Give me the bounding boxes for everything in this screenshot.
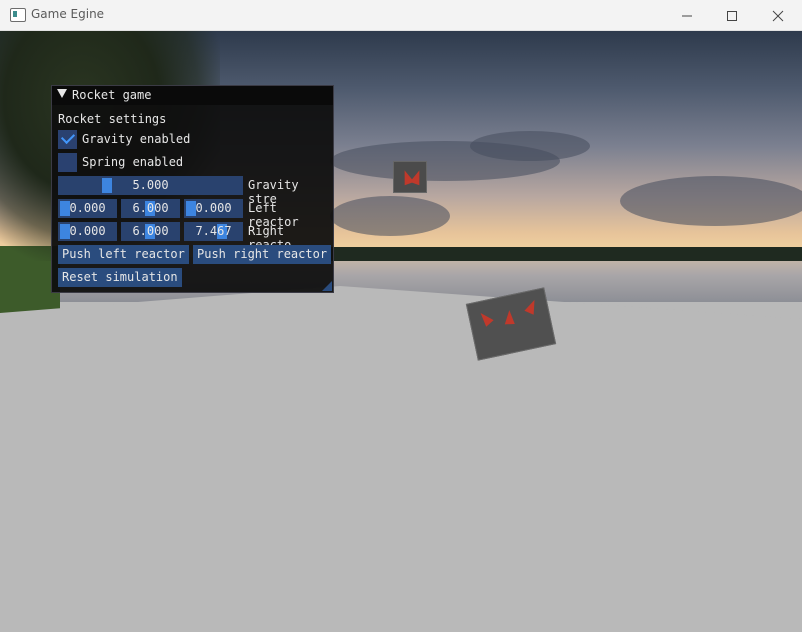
slider-value: 0.000: [69, 201, 106, 215]
close-icon: [772, 10, 784, 21]
left-reactor-slider-z[interactable]: 0.000: [184, 199, 243, 218]
spring-checkbox-label: Spring enabled: [82, 155, 184, 169]
rocket-texture-icon: [504, 309, 515, 325]
section-label: Rocket settings: [58, 112, 167, 126]
rocket-texture-icon: [409, 168, 425, 186]
ground-plane: [0, 286, 802, 632]
reset-simulation-button[interactable]: Reset simulation: [58, 268, 182, 287]
rocket-texture-icon: [524, 297, 540, 315]
gravity-strength-slider[interactable]: 5.000: [58, 176, 243, 195]
far-shore: [300, 247, 802, 261]
left-reactor-slider-y[interactable]: 6.000: [121, 199, 180, 218]
cloud: [330, 196, 450, 236]
cloud: [470, 131, 590, 161]
minimize-icon: [682, 15, 692, 16]
rocket-game-panel[interactable]: Rocket game Rocket settings Gravity enab…: [51, 85, 334, 293]
gravity-checkbox-label: Gravity enabled: [82, 132, 191, 146]
app-icon: [10, 8, 26, 22]
maximize-button[interactable]: [709, 0, 755, 31]
slider-value: 6.000: [132, 224, 169, 238]
slider-value: 6.000: [132, 201, 169, 215]
right-reactor-slider-y[interactable]: 6.000: [121, 222, 180, 241]
right-reactor-slider-z[interactable]: 7.467: [184, 222, 243, 241]
push-right-reactor-button[interactable]: Push right reactor: [193, 245, 332, 264]
panel-title: Rocket game: [72, 88, 152, 102]
cloud: [620, 176, 802, 226]
title-bar: Game Egine: [0, 0, 802, 31]
panel-header[interactable]: Rocket game: [52, 86, 333, 105]
slider-value: 0.000: [195, 201, 232, 215]
minimize-button[interactable]: [664, 0, 710, 31]
close-button[interactable]: [755, 0, 801, 31]
rocket-texture-icon: [476, 309, 494, 327]
rocket-cube-small: [393, 161, 427, 193]
push-left-reactor-button[interactable]: Push left reactor: [58, 245, 189, 264]
right-reactor-slider-x[interactable]: 0.000: [58, 222, 117, 241]
gravity-checkbox[interactable]: [58, 129, 77, 149]
resize-grip-icon[interactable]: [322, 281, 332, 291]
check-icon: [60, 129, 76, 145]
maximize-icon: [727, 10, 737, 21]
spring-checkbox[interactable]: [58, 153, 77, 172]
window-title: Game Egine: [31, 7, 105, 21]
slider-value: 0.000: [69, 224, 106, 238]
collapse-arrow-icon[interactable]: [57, 89, 67, 98]
left-reactor-slider-x[interactable]: 0.000: [58, 199, 117, 218]
slider-value: 5.000: [132, 178, 169, 192]
slider-grab[interactable]: [102, 178, 112, 193]
slider-value: 7.467: [195, 224, 232, 238]
